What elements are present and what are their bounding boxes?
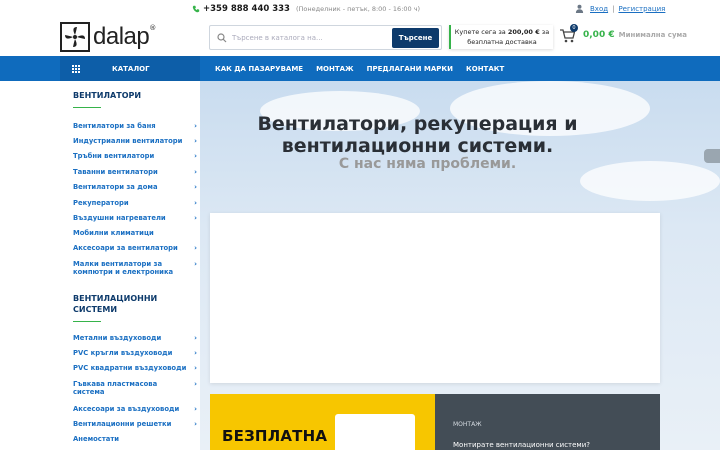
cart-minimum-label: Минимална сума — [618, 31, 687, 39]
free-delivery-promo[interactable]: БЕЗПЛАТНА — [210, 394, 435, 450]
promo-text: Монтирате вентилационни системи? — [453, 441, 590, 449]
chevron-right-icon: › — [194, 199, 197, 207]
register-link[interactable]: Регистрация — [618, 5, 665, 13]
chevron-right-icon: › — [194, 214, 197, 222]
sidebar-item[interactable]: Анемостати — [60, 435, 200, 443]
hero-banner: Вентилатори, рекуперация и вентилационни… — [200, 81, 720, 450]
sidebar-item[interactable]: Аксесоари за въздуховоди › — [60, 405, 200, 413]
chevron-right-icon: › — [194, 420, 197, 428]
category-sidebar: ВЕНТИЛАТОРИ Вентилатори за баня › Индустр… — [60, 81, 200, 450]
logo-text: dalap — [93, 23, 150, 50]
heading-underline — [73, 107, 101, 108]
chevron-right-icon: › — [194, 244, 197, 252]
chevron-right-icon: › — [194, 349, 197, 357]
installation-promo[interactable]: МОНТАЖ Монтирате вентилационни системи? — [435, 394, 660, 450]
heading-underline — [73, 321, 101, 322]
sidebar-item[interactable]: Рекуператори › — [60, 199, 200, 207]
sidebar-item[interactable]: PVC кръгли въздуховоди › — [60, 349, 200, 357]
sidebar-item[interactable]: Вентилатори за баня › — [60, 122, 200, 130]
hero-title: Вентилатори, рекуперация и вентилационни… — [257, 113, 578, 157]
separator: | — [612, 4, 615, 13]
chevron-right-icon: › — [194, 183, 197, 191]
login-link[interactable]: Вход — [590, 5, 608, 13]
sidebar-heading-ventilation: ВЕНТИЛАЦИОННИ СИСТЕМИ — [73, 294, 158, 314]
cart-amount[interactable]: 0,00 € — [583, 30, 615, 40]
search-input[interactable] — [232, 33, 392, 42]
fan-blade-decoration — [704, 149, 720, 163]
content-panel — [210, 213, 660, 383]
sidebar-item[interactable]: Малки вентилатори за компютри и електрон… — [60, 260, 200, 276]
sidebar-item[interactable]: Таванни вентилатори › — [60, 168, 200, 176]
hero-subtitle: С нас няма проблеми. — [338, 156, 517, 172]
fan-logo-icon — [60, 22, 90, 52]
free-shipping-notice: Купете сега за 200,00 € за безплатна дос… — [449, 25, 553, 49]
chevron-right-icon: › — [194, 405, 197, 413]
catalog-label: КАТАЛОГ — [112, 64, 150, 73]
sidebar-heading-fans: ВЕНТИЛАТОРИ — [73, 91, 142, 100]
sidebar-item[interactable]: PVC квадратни въздуховоди › — [60, 364, 200, 372]
sidebar-item[interactable]: Аксесоари за вентилатори › — [60, 244, 200, 252]
chevron-right-icon: › — [194, 152, 197, 160]
nav-link-brands[interactable]: ПРЕДЛАГАНИ МАРКИ — [367, 65, 453, 73]
catalog-button[interactable]: КАТАЛОГ — [60, 56, 200, 81]
main-nav: КАТАЛОГ КАК ДА ПАЗАРУВАМЕ МОНТАЖ ПРЕДЛАГ… — [0, 56, 720, 81]
sidebar-item[interactable]: Тръбни вентилатори › — [60, 152, 200, 160]
search-icon — [217, 32, 227, 42]
promo-label: МОНТАЖ — [453, 421, 482, 428]
sidebar-item[interactable]: Вентилационни решетки › — [60, 420, 200, 428]
user-icon — [575, 4, 584, 13]
sidebar-item[interactable]: Вентилатори за дома › — [60, 183, 200, 191]
sidebar-item[interactable]: Мобилни климатици — [60, 229, 200, 237]
top-bar: +359 888 440 333 (Понеделник - петък, 8:… — [0, 0, 720, 18]
free-shipping-line2: безплатна доставка — [467, 38, 537, 46]
chevron-right-icon: › — [194, 137, 197, 145]
chevron-right-icon: › — [194, 168, 197, 176]
delivery-truck-icon — [335, 414, 415, 450]
sidebar-item[interactable]: Метални въздуховоди › — [60, 334, 200, 342]
nav-link-contact[interactable]: КОНТАКТ — [466, 65, 504, 73]
free-shipping-line1: Купете сега за 200,00 € за — [454, 28, 550, 36]
sidebar-item[interactable]: Въздушни нагреватели › — [60, 214, 200, 222]
chevron-right-icon: › — [194, 364, 197, 372]
phone-contact[interactable]: +359 888 440 333 (Понеделник - петък, 8:… — [192, 4, 420, 14]
nav-link-how-to-shop[interactable]: КАК ДА ПАЗАРУВАМЕ — [215, 65, 303, 73]
logo-registered-mark: ® — [149, 24, 157, 32]
working-hours: (Понеделник - петък, 8:00 - 16:00 ч) — [295, 5, 421, 13]
nav-link-installation[interactable]: МОНТАЖ — [316, 65, 354, 73]
chevron-right-icon: › — [194, 334, 197, 342]
promo-title: БЕЗПЛАТНА — [222, 427, 328, 445]
chevron-right-icon: › — [194, 380, 197, 388]
search-button[interactable]: Търсене — [392, 27, 439, 48]
grid-icon — [72, 64, 80, 73]
phone-icon — [192, 5, 200, 13]
sidebar-item[interactable]: Гъвкава пластмасова система › — [60, 380, 200, 396]
sidebar-item[interactable]: Индустриални вентилатори › — [60, 137, 200, 145]
logo[interactable]: dalap ® — [60, 22, 156, 52]
search-bar: Търсене — [209, 25, 442, 50]
chevron-right-icon: › — [194, 260, 197, 268]
cart[interactable]: 0 0,00 € Минимална сума — [560, 24, 687, 43]
chevron-right-icon: › — [194, 122, 197, 130]
cart-count-badge: 0 — [570, 24, 578, 32]
cart-icon[interactable]: 0 — [560, 24, 578, 43]
account-links: Вход | Регистрация — [575, 4, 665, 13]
nav-links: КАК ДА ПАЗАРУВАМЕ МОНТАЖ ПРЕДЛАГАНИ МАРК… — [215, 56, 517, 81]
phone-number[interactable]: +359 888 440 333 — [203, 4, 290, 14]
